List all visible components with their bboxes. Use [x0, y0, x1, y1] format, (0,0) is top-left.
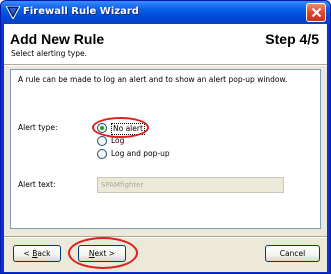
page-title: Add New Rule	[10, 31, 105, 47]
footer-divider	[4, 236, 327, 238]
radio-button[interactable]	[97, 136, 107, 146]
step-indicator: Step 4/5	[265, 31, 319, 47]
radio-label: Log and pop-up	[111, 149, 170, 158]
radio-button[interactable]	[97, 149, 107, 159]
highlight-ellipse	[92, 117, 149, 138]
wizard-header: Add New Rule Step 4/5 Select alerting ty…	[4, 24, 327, 64]
close-button[interactable]	[306, 3, 326, 22]
alert-text-field[interactable]: SPAMfighter	[97, 177, 284, 193]
cancel-button[interactable]: Cancel	[265, 245, 320, 262]
options-panel: A rule can be made to log an alert and t…	[10, 69, 321, 229]
title-bar[interactable]: Firewall Rule Wizard	[1, 1, 330, 24]
header-divider	[4, 64, 327, 66]
page-subtitle: Select alerting type.	[11, 49, 87, 58]
alert-text-label: Alert text:	[18, 180, 56, 189]
dialog-client: Add New Rule Step 4/5 Select alerting ty…	[4, 24, 327, 272]
firewall-wizard-icon	[5, 5, 21, 21]
back-button[interactable]: < Back	[13, 245, 61, 262]
alert-type-label: Alert type:	[18, 123, 58, 132]
window-title: Firewall Rule Wizard	[23, 6, 139, 17]
wizard-window: Firewall Rule Wizard Add New Rule Step 4…	[0, 0, 331, 274]
highlight-ellipse-next	[68, 237, 138, 269]
intro-text: A rule can be made to log an alert and t…	[18, 75, 288, 84]
close-icon	[311, 7, 322, 18]
